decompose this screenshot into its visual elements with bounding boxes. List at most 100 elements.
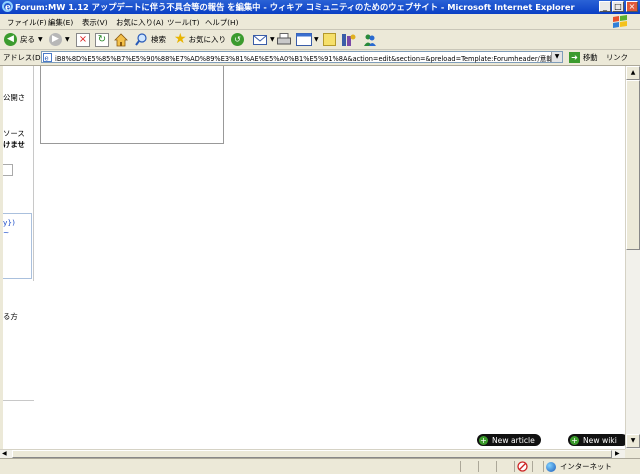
refresh-icon: ↻ [95, 32, 109, 47]
address-label: アドレス(D) [3, 53, 44, 62]
note-icon [323, 33, 336, 46]
plus-icon: + [570, 435, 579, 445]
home-icon [114, 32, 128, 46]
svg-text:e: e [5, 3, 11, 12]
globe-icon [546, 461, 556, 472]
print-button[interactable] [277, 32, 291, 47]
page-icon: e [43, 53, 52, 62]
menu-tools[interactable]: ツール(T) [167, 17, 199, 28]
back-label: 戻る [20, 35, 35, 44]
fragment-text: ソース [3, 129, 25, 138]
new-article-button[interactable]: + New article [477, 434, 541, 446]
menu-edit[interactable]: 編集(E) [48, 17, 73, 28]
status-divider [478, 461, 479, 472]
new-wiki-label: New wiki [583, 435, 617, 445]
security-zone: インターネット [546, 461, 612, 472]
edit-window-icon [296, 33, 312, 46]
forward-button[interactable]: ▶ ▼ [49, 32, 70, 47]
scroll-thumb[interactable] [626, 80, 640, 250]
menu-file[interactable]: ファイル(F) [7, 17, 47, 28]
chevron-down-icon: ▼ [38, 36, 43, 43]
messenger-button[interactable] [363, 32, 377, 47]
panel-divider [33, 66, 34, 281]
toolbar: ◀ 戻る ▼ ▶ ▼ × ↻ 検索 ★ お気に入り ↺ ▼ ▼ [0, 30, 640, 50]
chevron-down-icon: ▼ [65, 36, 70, 43]
messenger-icon [364, 34, 376, 46]
windows-logo-icon [613, 15, 627, 28]
mail-icon [253, 34, 267, 45]
zone-label: インターネット [560, 462, 612, 471]
chevron-down-icon: ▼ [314, 36, 319, 43]
minimize-button[interactable]: _ [599, 1, 611, 12]
fragment-link[interactable]: y}) [3, 218, 15, 227]
stop-icon: × [76, 32, 90, 47]
scroll-thumb[interactable] [12, 450, 612, 458]
menu-view[interactable]: 表示(V) [82, 17, 108, 28]
scroll-left-icon[interactable]: ◀ [2, 450, 7, 458]
new-article-label: New article [492, 435, 535, 445]
address-bar: アドレス(D) e iB8%8D%E5%85%B7%E5%90%88%E7%AD… [0, 50, 640, 66]
favorites-button[interactable]: ★ お気に入り [174, 32, 226, 47]
new-wiki-button[interactable]: + New wiki [568, 434, 625, 446]
links-button[interactable]: リンク [606, 53, 628, 63]
horizontal-scrollbar[interactable]: ◀ ▶ [0, 449, 625, 458]
menu-help[interactable]: ヘルプ(H) [205, 17, 239, 28]
search-button[interactable]: 検索 [135, 32, 166, 47]
fragment-text: 公開さ [3, 93, 26, 102]
star-icon: ★ [174, 31, 187, 47]
address-input[interactable]: e iB8%8D%E5%85%B7%E5%90%88%E7%AD%89%E3%8… [41, 51, 563, 63]
scroll-up-icon[interactable]: ▲ [626, 66, 640, 80]
close-button[interactable]: × [626, 1, 638, 12]
favorites-label: お気に入り [188, 35, 227, 44]
scroll-down-icon[interactable]: ▼ [626, 434, 640, 448]
svg-text:e: e [45, 55, 49, 63]
divider [3, 400, 34, 401]
search-icon [135, 33, 147, 46]
page-content: 公開さ ソース けませ y}) ~ る方 + New article + New… [3, 66, 625, 449]
title-bar: e Forum:MW 1.12 アップデートに伴う不具合等の報告 を編集中 - … [0, 0, 640, 14]
input-stub[interactable] [3, 164, 13, 176]
stop-button[interactable]: × [76, 32, 90, 47]
search-label: 検索 [151, 35, 166, 44]
status-divider [514, 461, 515, 472]
status-divider [532, 461, 533, 472]
popup-blocked-icon[interactable] [517, 461, 528, 472]
fragment-link[interactable]: ~ [3, 228, 9, 237]
go-arrow-icon: ➜ [569, 52, 580, 63]
status-bar: インターネット [0, 458, 640, 474]
scroll-right-icon[interactable]: ▶ [615, 450, 620, 458]
forward-arrow-icon: ▶ [49, 33, 62, 46]
history-icon: ↺ [231, 33, 244, 46]
history-button[interactable]: ↺ [231, 32, 244, 47]
address-url: iB8%8D%E5%85%B7%E5%90%88%E7%AD%89%E3%81%… [55, 55, 552, 63]
maximize-button[interactable]: □ [612, 1, 624, 12]
mail-button[interactable]: ▼ [253, 32, 275, 47]
chevron-down-icon: ▼ [270, 36, 275, 43]
status-divider [543, 461, 544, 472]
back-arrow-icon: ◀ [4, 33, 17, 46]
refresh-button[interactable]: ↻ [95, 32, 109, 47]
go-button[interactable]: ➜ 移動 [569, 51, 598, 64]
fragment-text: けませ [3, 140, 25, 149]
menu-favorites[interactable]: お気に入り(A) [116, 17, 164, 28]
research-icon [342, 33, 356, 46]
preview-box [40, 66, 224, 144]
research-button[interactable] [341, 32, 356, 47]
menu-bar: ファイル(F) 編集(E) 表示(V) お気に入り(A) ツール(T) ヘルプ(… [0, 14, 640, 30]
status-divider [496, 461, 497, 472]
window-title: Forum:MW 1.12 アップデートに伴う不具合等の報告 を編集中 - ウィ… [15, 2, 575, 12]
discuss-button[interactable] [323, 32, 336, 47]
side-box: y}) ~ [3, 213, 32, 279]
print-icon [277, 33, 291, 45]
ie-logo-icon: e [2, 1, 13, 12]
vertical-scrollbar[interactable]: ▲ ▼ [625, 66, 640, 449]
plus-icon: + [479, 435, 488, 445]
go-label: 移動 [583, 52, 598, 62]
back-button[interactable]: ◀ 戻る ▼ [4, 32, 43, 47]
left-panel: 公開さ ソース けませ y}) ~ る方 [3, 66, 34, 449]
fragment-text: る方 [3, 312, 18, 321]
address-dropdown-icon[interactable]: ▼ [551, 52, 562, 62]
edit-button[interactable]: ▼ [296, 32, 319, 47]
status-divider [460, 461, 461, 472]
home-button[interactable] [114, 32, 128, 47]
